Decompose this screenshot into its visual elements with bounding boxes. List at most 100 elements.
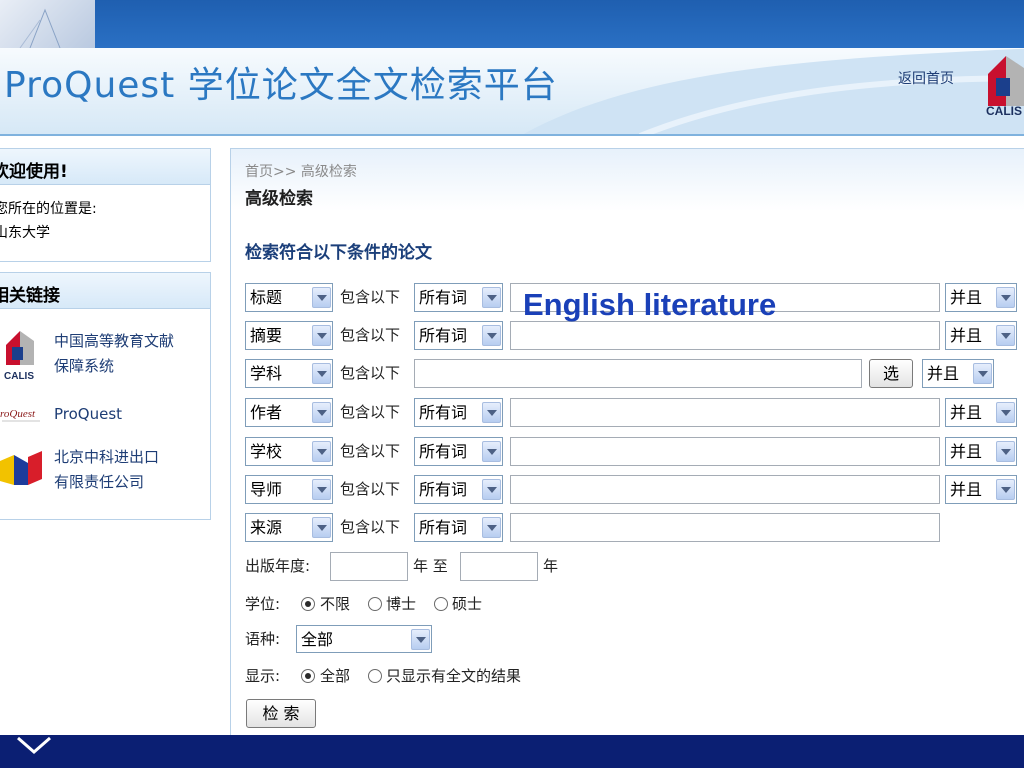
slide-top-bar	[0, 0, 1024, 48]
degree-option-phd[interactable]: 博士	[386, 590, 416, 619]
match-select-title[interactable]: 所有词	[414, 283, 503, 312]
search-input-abstract[interactable]	[510, 321, 940, 350]
match-select-author[interactable]: 所有词	[414, 398, 503, 427]
chevron-down-icon	[312, 517, 331, 538]
calis-logo-text: CALIS	[986, 104, 1022, 118]
logic-select-abstract[interactable]: 并且	[945, 321, 1017, 350]
breadcrumb[interactable]: 首页>> 高级检索	[245, 161, 357, 181]
degree-radio-any[interactable]	[301, 597, 315, 611]
year-mid-label: 年 至	[413, 557, 448, 575]
calis-icon: CALIS	[4, 331, 34, 382]
contains-label: 包含以下	[340, 518, 401, 536]
degree-label: 学位:	[245, 595, 281, 613]
match-select-advisor[interactable]: 所有词	[414, 475, 503, 504]
link-proquest-label[interactable]: ProQuest	[54, 402, 122, 427]
field-select-value: 标题	[250, 288, 283, 307]
section-title: 检索符合以下条件的论文	[245, 243, 432, 263]
match-select-value: 所有词	[419, 442, 468, 461]
logic-select-value: 并且	[950, 288, 983, 307]
logic-select-school[interactable]: 并且	[945, 437, 1017, 466]
contains-label: 包含以下	[340, 364, 401, 382]
field-select-value: 来源	[250, 518, 283, 537]
logic-select-value: 并且	[950, 480, 983, 499]
return-home-link[interactable]: 返回首页	[898, 68, 954, 88]
svg-text:roQuest: roQuest	[0, 408, 36, 420]
select-subject-button[interactable]: 选	[869, 359, 913, 388]
match-select-source[interactable]: 所有词	[414, 513, 503, 542]
logic-select-title[interactable]: 并且	[945, 283, 1017, 312]
related-links-panel: 相关链接 CALIS 中国高等教育文献 保障系统 roQuest ProQues…	[0, 272, 211, 520]
chevron-down-icon	[482, 517, 501, 538]
logic-select-value: 并且	[950, 442, 983, 461]
page-title: 高级检索	[245, 189, 313, 209]
language-select-value: 全部	[301, 630, 334, 649]
match-select-abstract[interactable]: 所有词	[414, 321, 503, 350]
year-to-input[interactable]	[460, 552, 538, 581]
field-select-value: 学校	[250, 442, 283, 461]
degree-option-any[interactable]: 不限	[320, 590, 350, 619]
logic-select-advisor[interactable]: 并且	[945, 475, 1017, 504]
match-select-value: 所有词	[419, 518, 468, 537]
slide-bottom-bar	[0, 735, 1024, 768]
display-option-all[interactable]: 全部	[320, 662, 350, 691]
degree-option-master[interactable]: 硕士	[452, 590, 482, 619]
breadcrumb-area: 首页>> 高级检索 高级检索	[231, 149, 1024, 211]
search-input-advisor[interactable]	[510, 475, 940, 504]
field-select-source[interactable]: 来源	[245, 513, 333, 542]
field-select-school[interactable]: 学校	[245, 437, 333, 466]
field-select-author[interactable]: 作者	[245, 398, 333, 427]
logic-select-value: 并且	[950, 326, 983, 345]
year-from-input[interactable]	[330, 552, 408, 581]
search-input-author[interactable]	[510, 398, 940, 427]
related-links-title: 相关链接	[0, 273, 210, 309]
chevron-down-icon	[996, 287, 1015, 308]
degree-radio-phd[interactable]	[368, 597, 382, 611]
year-label: 出版年度:	[245, 557, 311, 575]
display-radio-fulltext[interactable]	[368, 669, 382, 683]
chevron-down-icon	[996, 402, 1015, 423]
degree-radio-master[interactable]	[434, 597, 448, 611]
display-option-fulltext[interactable]: 只显示有全文的结果	[386, 662, 521, 691]
link-calis-line2[interactable]: 保障系统	[54, 354, 114, 379]
link-calis-line1[interactable]: 中国高等教育文献	[54, 329, 174, 354]
language-label: 语种:	[245, 630, 281, 648]
search-input-subject[interactable]	[414, 359, 862, 388]
language-select[interactable]: 全部	[296, 625, 432, 653]
link-company[interactable]: 北京中科进出口 有限责任公司	[0, 443, 210, 499]
contains-label: 包含以下	[340, 326, 401, 344]
field-select-title[interactable]: 标题	[245, 283, 333, 312]
chevron-down-icon	[482, 287, 501, 308]
chevron-down-icon	[312, 363, 331, 384]
company-logo-icon	[0, 451, 42, 485]
link-company-line2[interactable]: 有限责任公司	[54, 470, 144, 495]
location-value: 山东大学	[0, 225, 50, 241]
search-input-source[interactable]	[510, 513, 940, 542]
logic-select-subject[interactable]: 并且	[922, 359, 994, 388]
display-radio-all[interactable]	[301, 669, 315, 683]
logic-select-value: 并且	[950, 403, 983, 422]
link-calis[interactable]: CALIS 中国高等教育文献 保障系统	[0, 325, 210, 385]
field-select-advisor[interactable]: 导师	[245, 475, 333, 504]
related-links-title-text: 相关链接	[0, 286, 60, 306]
chevron-down-icon	[312, 402, 331, 423]
overlay-annotation-text: English literature	[523, 287, 777, 322]
link-proquest[interactable]: roQuest ProQuest	[0, 401, 210, 431]
link-company-line1[interactable]: 北京中科进出口	[54, 445, 159, 470]
logic-select-author[interactable]: 并且	[945, 398, 1017, 427]
slide-top-decoration	[0, 0, 95, 49]
chevron-down-icon	[411, 629, 430, 650]
field-select-abstract[interactable]: 摘要	[245, 321, 333, 350]
field-select-subject[interactable]: 学科	[245, 359, 333, 388]
location-label: 您所在的位置是:	[0, 201, 97, 217]
chevron-down-icon	[482, 479, 501, 500]
match-select-school[interactable]: 所有词	[414, 437, 503, 466]
app-header: ProQuest 学位论文全文检索平台 返回首页 CALIS	[0, 48, 1024, 136]
welcome-title-text: 欢迎使用!	[0, 162, 68, 182]
contains-label: 包含以下	[340, 403, 401, 421]
chevron-down-icon	[312, 287, 331, 308]
chevron-down-icon	[312, 441, 331, 462]
proquest-logo-icon: roQuest	[0, 408, 40, 422]
field-select-value: 作者	[250, 403, 283, 422]
search-button[interactable]: 检 索	[246, 699, 316, 728]
search-input-school[interactable]	[510, 437, 940, 466]
